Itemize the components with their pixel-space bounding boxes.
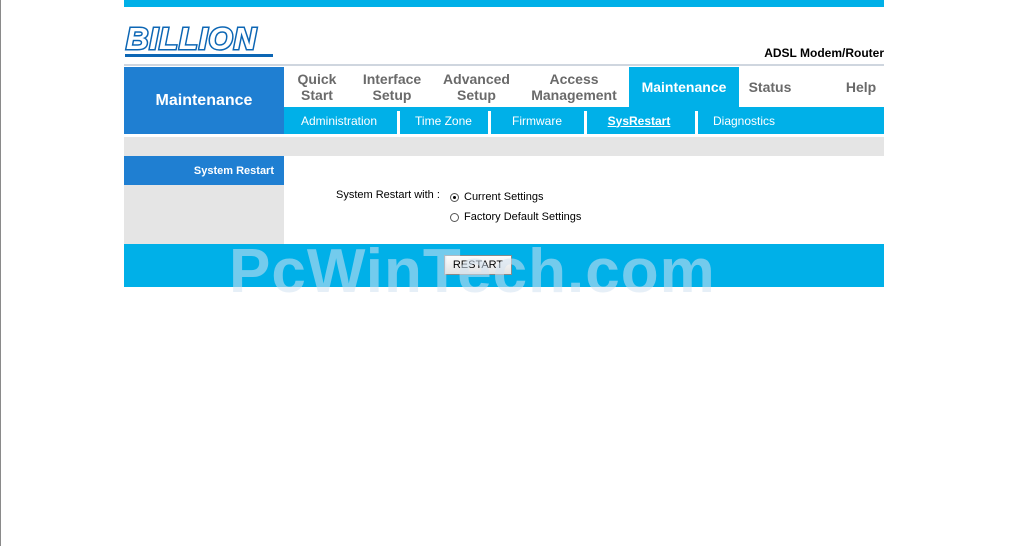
section-title: Maintenance bbox=[124, 67, 284, 134]
submenu-firmware[interactable]: Firmware bbox=[491, 107, 583, 134]
main-menu: Quick Start Interface Setup Advanced Setup … bbox=[284, 67, 884, 107]
top-accent-bar bbox=[124, 0, 884, 7]
panel-title: System Restart bbox=[124, 156, 284, 185]
option-label: Factory Default Settings bbox=[464, 211, 582, 223]
restart-with-label: System Restart with : bbox=[336, 189, 440, 201]
menu-status[interactable]: Status bbox=[739, 67, 801, 107]
product-name: ADSL Modem/Router bbox=[764, 46, 884, 60]
submenu-diagnostics[interactable]: Diagnostics bbox=[698, 107, 790, 134]
submenu-sysrestart[interactable]: SysRestart bbox=[587, 107, 691, 134]
option-factory-default[interactable]: Factory Default Settings bbox=[450, 211, 581, 223]
radio-current-settings[interactable] bbox=[450, 192, 459, 202]
restart-button[interactable]: RESTART bbox=[444, 255, 512, 275]
menu-help[interactable]: Help bbox=[816, 67, 906, 107]
menu-maintenance[interactable]: Maintenance bbox=[629, 67, 739, 107]
billion-logo: BILLION BILLION bbox=[125, 20, 273, 58]
menu-quick-start[interactable]: Quick Start bbox=[284, 67, 350, 107]
radio-factory-default[interactable] bbox=[450, 212, 459, 222]
header-divider bbox=[124, 64, 884, 66]
menu-advanced-setup[interactable]: Advanced Setup bbox=[434, 67, 519, 107]
content-header-strip bbox=[124, 137, 884, 156]
menu-interface-setup[interactable]: Interface Setup bbox=[350, 67, 434, 107]
submenu-administration[interactable]: Administration bbox=[284, 107, 394, 134]
submenu-time-zone[interactable]: Time Zone bbox=[400, 107, 487, 134]
svg-text:BILLION: BILLION bbox=[126, 21, 257, 56]
menu-access-management[interactable]: Access Management bbox=[519, 67, 629, 107]
option-current-settings[interactable]: Current Settings bbox=[450, 191, 543, 203]
left-panel bbox=[124, 185, 284, 244]
sub-menu: Administration Time Zone Firmware SysRes… bbox=[284, 107, 884, 134]
option-label: Current Settings bbox=[464, 191, 544, 203]
